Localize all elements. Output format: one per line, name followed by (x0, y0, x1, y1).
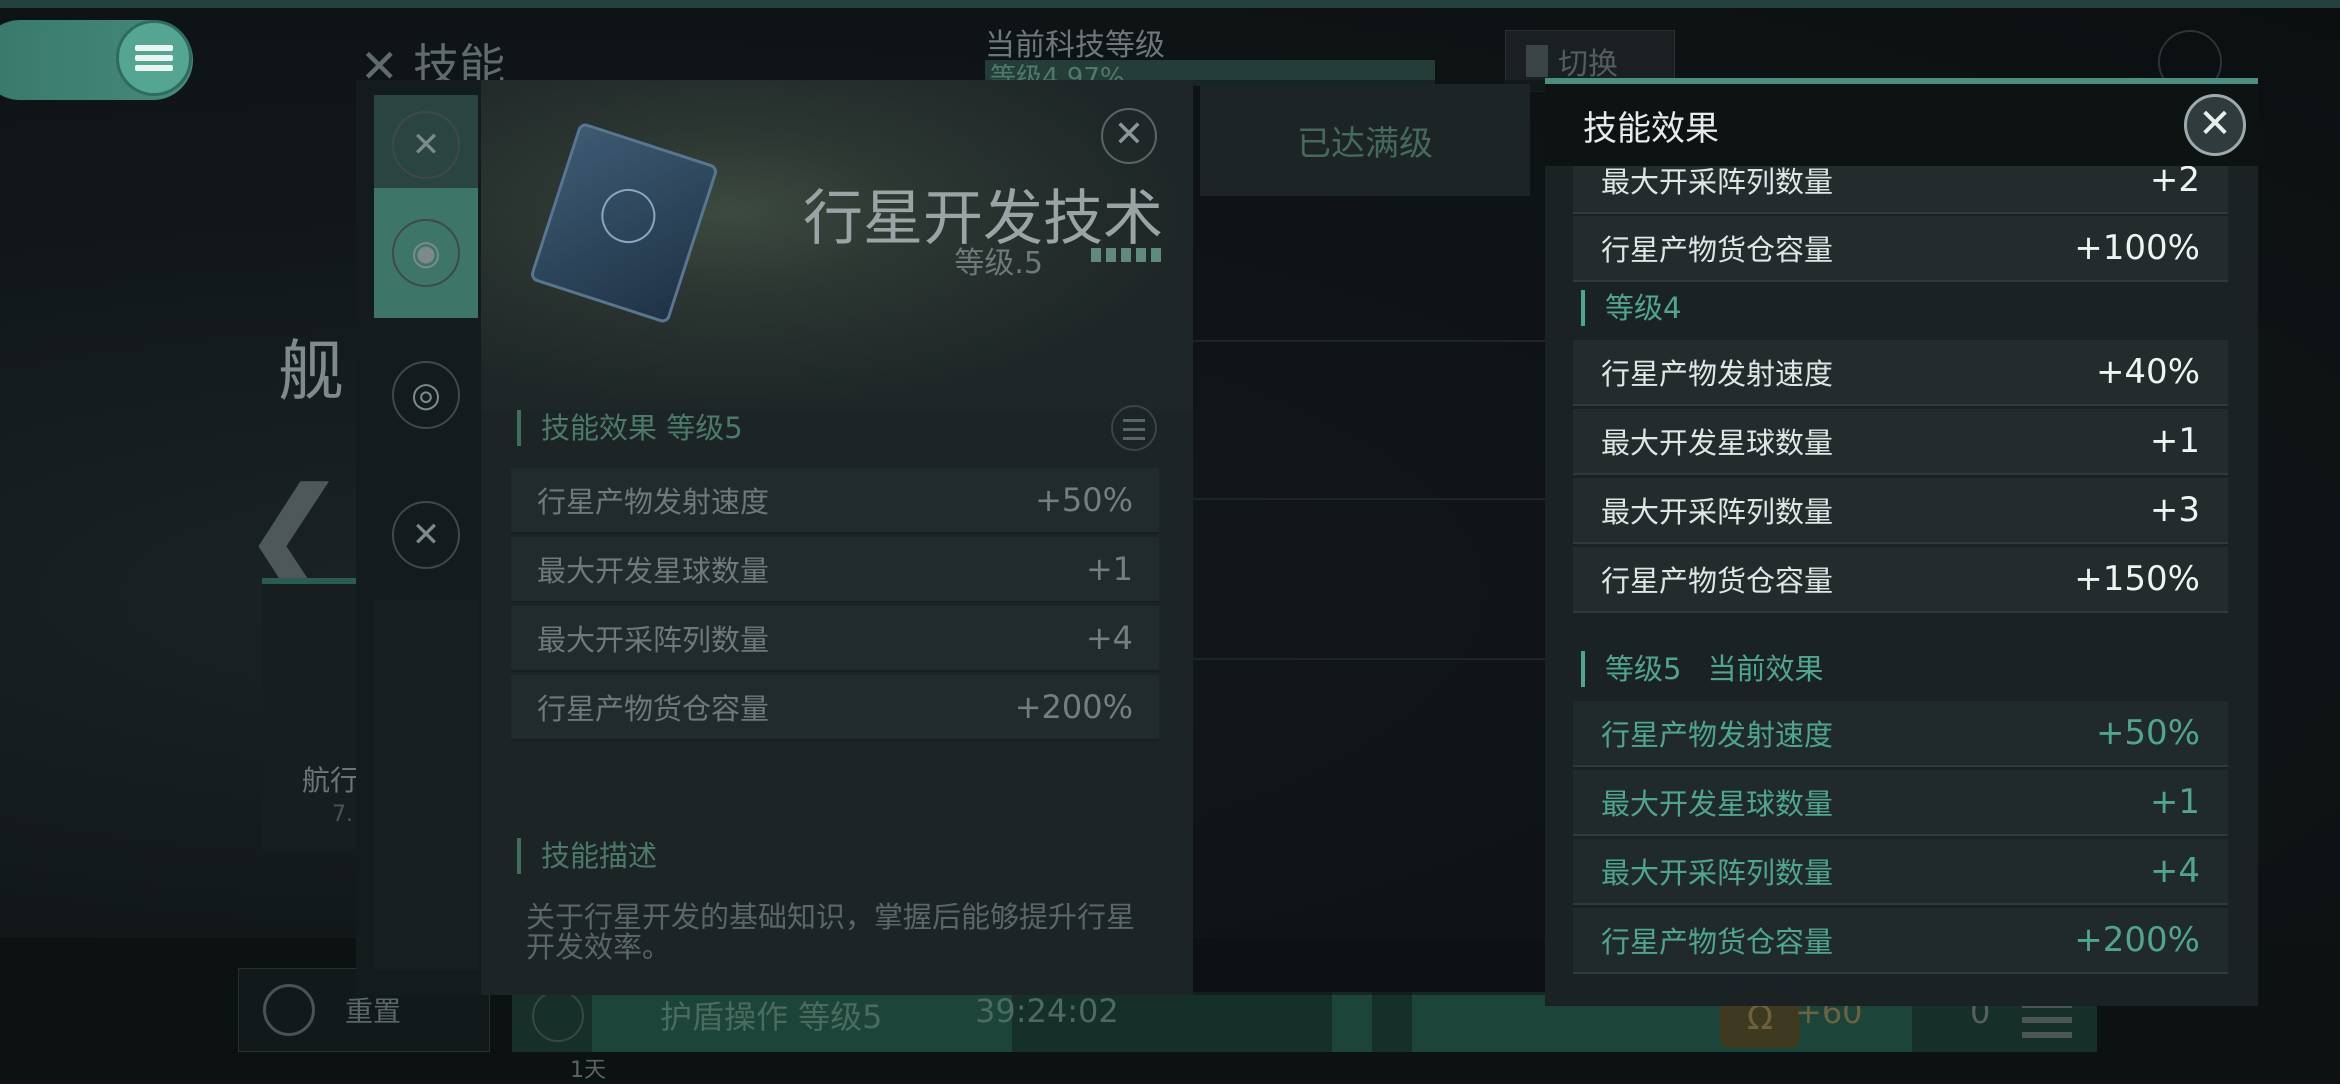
effect-row: 行星产物货仓容量 +150% (1573, 547, 2228, 613)
divider (1193, 498, 1545, 500)
reset-icon (263, 984, 315, 1036)
effect-row-current: 最大开发星球数量 +1 (1573, 770, 2228, 836)
effect-row-current: 行星产物货仓容量 +200% (1573, 908, 2228, 974)
effect-row: 行星产物发射速度 +50% (511, 468, 1159, 534)
tech-book-icon (528, 121, 720, 325)
close-icon[interactable]: ✕ (1101, 108, 1157, 164)
hamburger-menu-icon[interactable] (116, 20, 192, 96)
tab-satellite[interactable]: ◎ (374, 330, 478, 460)
max-level-button[interactable]: 已达满级 (1200, 84, 1530, 196)
divider (1193, 658, 1545, 660)
effect-row-current: 最大开采阵列数量 +4 (1573, 839, 2228, 905)
effect-row: 行星产物发射速度 +40% (1573, 340, 2228, 406)
level-heading: 等级4 (1581, 290, 1681, 326)
ship-card-value: 7. (332, 802, 353, 827)
effect-row: 最大开采阵列数量 +2 (1573, 166, 2228, 214)
ship-section-title: 舰 (278, 333, 344, 410)
list-menu-icon[interactable] (2022, 1002, 2072, 1038)
effect-row-current: 行星产物发射速度 +50% (1573, 701, 2228, 767)
popup-scroll-body[interactable]: 最大开采阵列数量 +2 行星产物货仓容量 +100% 等级4 行星产物发射速度 +40… (1545, 166, 2258, 1006)
tab-empty-area (374, 600, 478, 970)
skill-category-tabs: ✕ ◉ ◎ ✕ (356, 80, 481, 995)
skill-description: 关于行星开发的基础知识，掌握后能够提升行星开发效率。 (526, 900, 1136, 964)
skill-level-pips (1091, 248, 1161, 262)
research-name: 护盾操作 等级5 (660, 998, 883, 1036)
list-icon[interactable] (1111, 405, 1157, 451)
tab-dna[interactable]: ✕ (374, 470, 478, 600)
tab-dna-top[interactable]: ✕ (374, 95, 478, 195)
skill-detail-panel: ✕ 行星开发技术 等级.5 技能效果 等级5 行星产物发射速度 +50% 最大开发… (481, 80, 1193, 995)
skill-detail-hero: ✕ 行星开发技术 等级.5 (481, 80, 1193, 410)
effect-row: 最大开发星球数量 +1 (511, 537, 1159, 603)
effect-row: 行星产物货仓容量 +100% (1573, 216, 2228, 282)
popup-title: 技能效果 (1583, 108, 1719, 149)
skill-level: 等级.5 (954, 246, 1043, 281)
research-timer: 39:24:02 (975, 992, 1119, 1030)
dna-icon: ✕ (392, 501, 460, 569)
ship-card[interactable]: 航行 7. (262, 578, 362, 849)
top-strip (0, 0, 2340, 8)
popup-header: 技能效果 ✕ (1545, 84, 2258, 166)
effect-row: 最大开采阵列数量 +4 (511, 606, 1159, 672)
close-icon[interactable]: ✕ (2184, 94, 2246, 156)
planet-icon: ◉ (392, 219, 460, 287)
skill-effects-popup: 最大开采阵列数量 +2 行星产物货仓容量 +100% 等级4 行星产物发射速度 +40… (1545, 78, 2258, 1006)
dna-icon: ✕ (392, 111, 460, 179)
effect-row: 最大开发星球数量 +1 (1573, 409, 2228, 475)
switch-icon (1526, 45, 1548, 77)
satellite-icon: ◎ (392, 361, 460, 429)
level-heading-current: 等级5 当前效果 (1581, 651, 1823, 687)
ship-card-label: 航行 (302, 764, 359, 797)
dna-icon (532, 990, 584, 1042)
skill-effects-heading: 技能效果 等级5 (517, 410, 743, 446)
effect-row: 行星产物货仓容量 +200% (511, 675, 1159, 741)
research-day-label: 1天 (570, 1058, 606, 1083)
tab-planet[interactable]: ◉ (374, 188, 478, 318)
divider (1193, 340, 1545, 342)
skill-description-heading: 技能描述 (517, 838, 657, 874)
effect-row: 最大开采阵列数量 +3 (1573, 478, 2228, 544)
current-effect-tag: 当前效果 (1707, 652, 1824, 686)
